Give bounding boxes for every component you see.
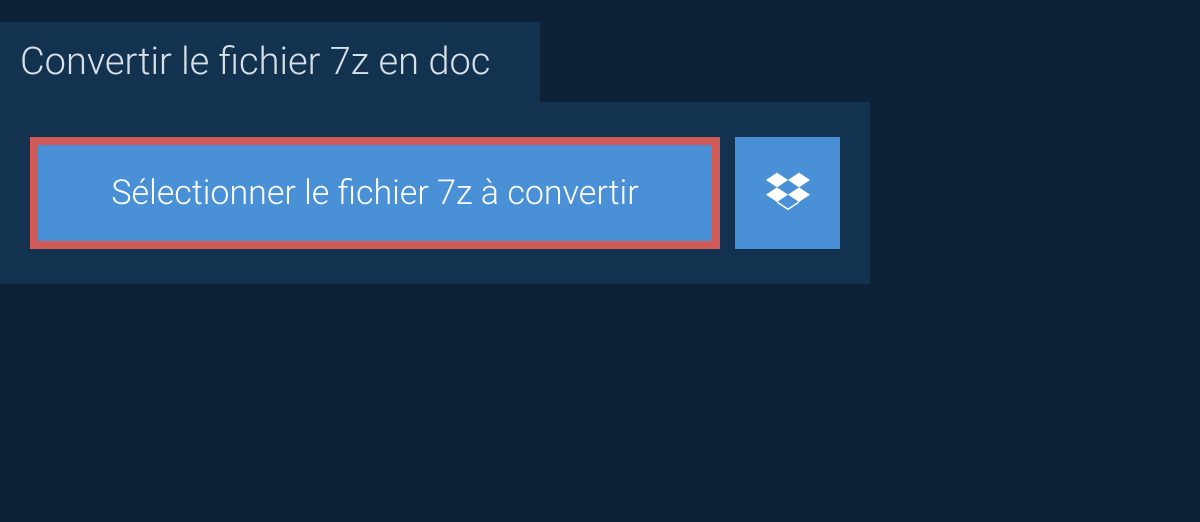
tab-container: Convertir le fichier 7z en doc: [0, 22, 1200, 102]
tab-convert[interactable]: Convertir le fichier 7z en doc: [0, 22, 540, 102]
dropbox-button[interactable]: [735, 137, 840, 249]
upload-panel: Sélectionner le fichier 7z à convertir: [0, 102, 870, 284]
select-file-label: Sélectionner le fichier 7z à convertir: [111, 173, 638, 213]
dropbox-icon: [766, 169, 810, 217]
tab-label: Convertir le fichier 7z en doc: [20, 40, 490, 84]
select-file-button[interactable]: Sélectionner le fichier 7z à convertir: [30, 137, 720, 249]
